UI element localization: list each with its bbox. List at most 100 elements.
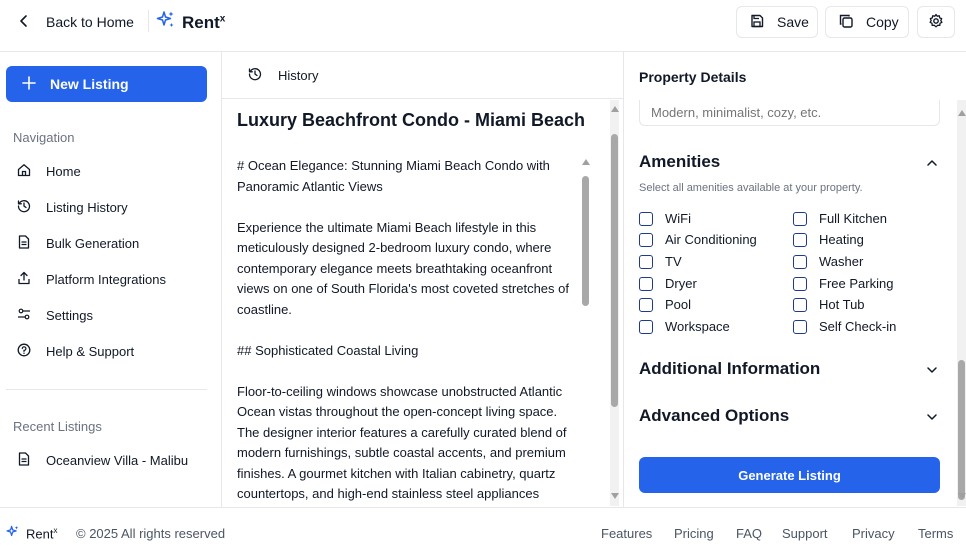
amenity-checkbox-hot-tub[interactable]: Hot Tub: [793, 297, 865, 312]
listing-description: # Ocean Elegance: Stunning Miami Beach C…: [237, 156, 577, 507]
scroll-down-arrow[interactable]: [611, 493, 619, 499]
generate-listing-button[interactable]: Generate Listing: [639, 457, 940, 493]
inner-scrollbar[interactable]: [581, 156, 590, 506]
copyright-text: © 2025 All rights reserved: [76, 526, 226, 541]
amenity-checkbox-full-kitchen[interactable]: Full Kitchen: [793, 211, 887, 226]
footer-brand-superscript: x: [53, 525, 58, 535]
navigation-heading: Navigation: [13, 130, 75, 145]
footer-link-faq[interactable]: FAQ: [736, 526, 762, 541]
checkbox[interactable]: [793, 297, 807, 312]
scroll-up-arrow[interactable]: [611, 106, 619, 112]
gear-icon: [928, 13, 944, 32]
header-divider: [148, 10, 149, 32]
brand-superscript: x: [219, 12, 226, 24]
footer-link-support[interactable]: Support: [782, 526, 828, 541]
sidebar-item-label: Platform Integrations: [46, 271, 166, 287]
scroll-up-arrow[interactable]: [958, 110, 966, 116]
checkbox[interactable]: [639, 254, 653, 269]
amenity-checkbox-pool[interactable]: Pool: [639, 297, 691, 312]
chevron-left-icon: [16, 13, 32, 32]
sidebar-item-label: Home: [46, 163, 81, 179]
checkbox[interactable]: [639, 232, 653, 247]
scroll-up-arrow[interactable]: [582, 159, 590, 165]
scroll-down-arrow[interactable]: [958, 493, 966, 499]
save-label: Save: [777, 14, 809, 30]
footer-brand-name: Rent: [26, 526, 54, 542]
sidebar-item-home[interactable]: Home: [17, 161, 81, 181]
recent-listing-item[interactable]: Oceanview Villa - Malibu: [17, 450, 188, 470]
amenity-checkbox-workspace[interactable]: Workspace: [639, 319, 730, 334]
sidebar-item-platform-integrations[interactable]: Platform Integrations: [17, 269, 166, 289]
save-button[interactable]: Save: [736, 6, 818, 38]
back-to-home-link[interactable]: Back to Home: [16, 12, 134, 32]
sidebar-item-settings[interactable]: Settings: [17, 305, 93, 325]
new-listing-button[interactable]: New Listing: [6, 66, 207, 102]
scrollbar-thumb[interactable]: [958, 360, 965, 500]
home-icon: [17, 163, 31, 180]
sidebar-item-help-support[interactable]: Help & Support: [17, 341, 134, 361]
sidebar: New Listing Navigation Home Listing Hist…: [0, 52, 222, 507]
sidebar-divider: [6, 389, 207, 390]
amenity-label: Self Check-in: [819, 319, 897, 334]
recent-listings-heading: Recent Listings: [13, 419, 102, 434]
footer-link-privacy[interactable]: Privacy: [852, 526, 895, 541]
checkbox[interactable]: [639, 319, 653, 334]
amenity-label: Full Kitchen: [819, 211, 887, 226]
advanced-options-title[interactable]: Advanced Options: [639, 406, 789, 426]
amenity-checkbox-wifi[interactable]: WiFi: [639, 211, 691, 226]
amenity-checkbox-free-parking[interactable]: Free Parking: [793, 276, 893, 291]
amenities-title: Amenities: [639, 152, 721, 171]
amenity-checkbox-tv[interactable]: TV: [639, 254, 682, 269]
app-header: Back to Home Rentx Save Copy: [0, 0, 966, 52]
copy-button[interactable]: Copy: [825, 6, 909, 38]
brand-logo[interactable]: Rentx: [156, 10, 225, 35]
scrollbar-thumb[interactable]: [611, 134, 618, 407]
amenity-checkbox-air-conditioning[interactable]: Air Conditioning: [639, 232, 757, 247]
checkbox[interactable]: [793, 254, 807, 269]
checkbox[interactable]: [639, 297, 653, 312]
footer-link-features[interactable]: Features: [601, 526, 652, 541]
brand-name: Rent: [182, 12, 220, 32]
new-listing-label: New Listing: [50, 76, 129, 92]
sparkle-icon: [156, 10, 176, 35]
amenity-checkbox-heating[interactable]: Heating: [793, 232, 864, 247]
checkbox[interactable]: [793, 319, 807, 334]
chevron-up-icon[interactable]: [926, 156, 938, 168]
amenity-checkbox-dryer[interactable]: Dryer: [639, 276, 697, 291]
amenity-checkbox-washer[interactable]: Washer: [793, 254, 863, 269]
amenity-label: Air Conditioning: [665, 232, 757, 247]
history-button[interactable]: History: [222, 52, 623, 99]
copy-icon: [838, 13, 854, 32]
history-icon: [248, 67, 262, 84]
checkbox[interactable]: [639, 276, 653, 291]
listing-preview-panel: History Luxury Beachfront Condo - Miami …: [222, 52, 624, 507]
amenity-checkbox-self-check-in[interactable]: Self Check-in: [793, 319, 896, 334]
chevron-down-icon[interactable]: [926, 410, 938, 422]
settings-button[interactable]: [917, 6, 955, 38]
style-input[interactable]: [639, 100, 940, 126]
sidebar-item-label: Help & Support: [46, 343, 135, 359]
amenity-label: TV: [665, 254, 682, 269]
footer-link-pricing[interactable]: Pricing: [674, 526, 714, 541]
outer-scrollbar[interactable]: [610, 100, 619, 506]
sidebar-item-label: Listing History: [46, 199, 128, 215]
back-label: Back to Home: [46, 14, 134, 30]
save-icon: [749, 13, 765, 32]
checkbox[interactable]: [639, 211, 653, 226]
share-icon: [17, 271, 31, 288]
footer-link-terms[interactable]: Terms: [918, 526, 953, 541]
chevron-down-icon[interactable]: [926, 363, 938, 375]
sidebar-item-bulk-generation[interactable]: Bulk Generation: [17, 233, 139, 253]
scrollbar-thumb[interactable]: [582, 176, 589, 306]
checkbox[interactable]: [793, 211, 807, 226]
plus-icon: [22, 75, 36, 93]
settings-sliders-icon: [17, 307, 31, 324]
checkbox[interactable]: [793, 276, 807, 291]
details-scrollbar[interactable]: [957, 100, 966, 506]
property-details-title: Property Details: [639, 69, 747, 85]
amenity-label: Washer: [819, 254, 864, 269]
document-icon: [17, 234, 31, 252]
additional-information-title[interactable]: Additional Information: [639, 359, 820, 379]
checkbox[interactable]: [793, 232, 807, 247]
sidebar-item-listing-history[interactable]: Listing History: [17, 197, 128, 217]
